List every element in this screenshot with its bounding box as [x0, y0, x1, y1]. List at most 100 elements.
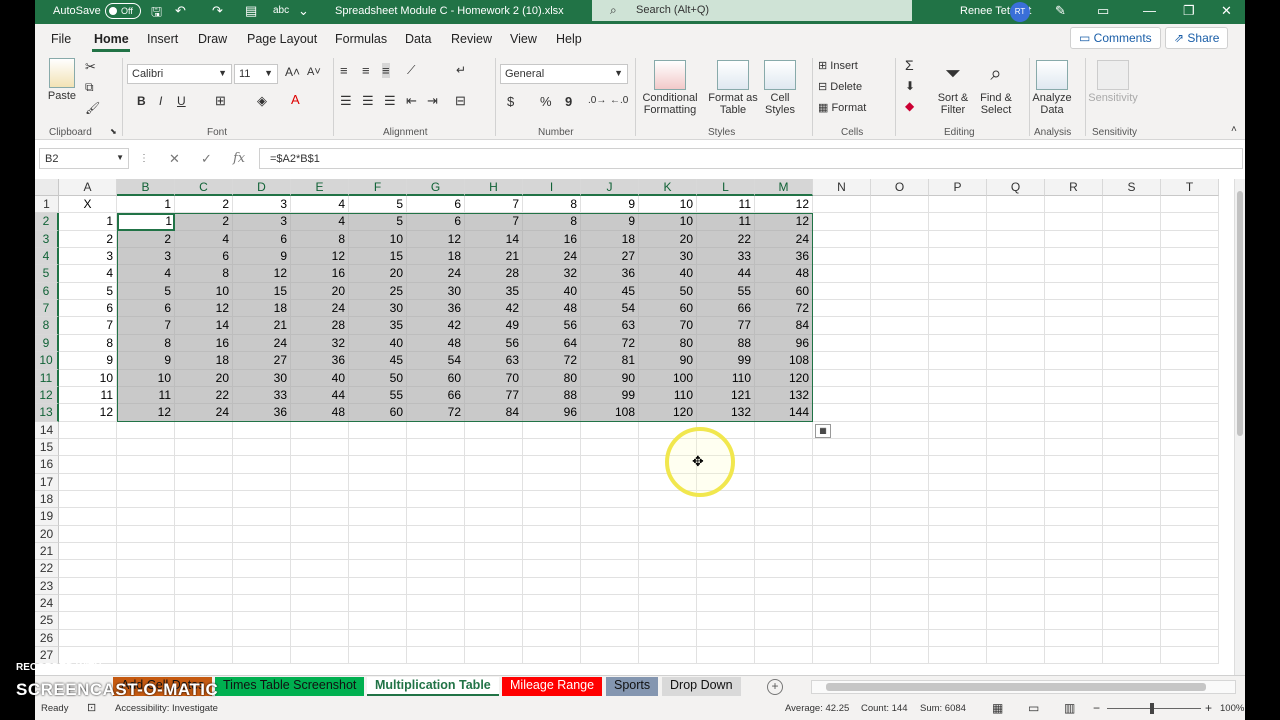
- cell-a19[interactable]: [59, 508, 117, 526]
- cell-d4[interactable]: 9: [233, 248, 291, 266]
- italic-button[interactable]: I: [159, 94, 162, 108]
- cell-p1[interactable]: [929, 196, 987, 214]
- cell-e1[interactable]: 4: [291, 196, 349, 214]
- cell-o1[interactable]: [871, 196, 929, 214]
- comma-button[interactable]: 9: [565, 94, 572, 109]
- cell-j2[interactable]: 9: [581, 213, 639, 231]
- cell-f18[interactable]: [349, 490, 407, 509]
- align-right-icon[interactable]: ☰: [384, 93, 396, 109]
- cell-r18[interactable]: [1045, 490, 1103, 509]
- cell-a7[interactable]: 6: [59, 300, 117, 318]
- cell-s20[interactable]: [1103, 525, 1161, 544]
- customize-qat-icon[interactable]: ⌄: [298, 3, 309, 19]
- cell-n9[interactable]: [813, 334, 871, 353]
- cell-b14[interactable]: [117, 421, 175, 439]
- cell-e24[interactable]: [291, 595, 349, 613]
- cell-q6[interactable]: [987, 282, 1045, 301]
- redo-icon[interactable]: ↷: [212, 3, 223, 19]
- cell-q1[interactable]: [987, 196, 1045, 214]
- cell-e5[interactable]: 16: [291, 265, 349, 283]
- cell-m4[interactable]: 36: [755, 248, 813, 266]
- avatar[interactable]: RT: [1010, 2, 1030, 22]
- cell-e23[interactable]: [291, 577, 349, 596]
- cell-i11[interactable]: 80: [523, 369, 581, 387]
- cell-g7[interactable]: 36: [407, 300, 465, 318]
- cell-l4[interactable]: 33: [697, 248, 755, 266]
- cell-n19[interactable]: [813, 508, 871, 526]
- cell-g10[interactable]: 54: [407, 352, 465, 370]
- sheet-tab-times-table-screenshot[interactable]: Times Table Screenshot: [215, 677, 365, 696]
- cell-s2[interactable]: [1103, 213, 1161, 231]
- cell-d10[interactable]: 27: [233, 352, 291, 370]
- cell-n22[interactable]: [813, 560, 871, 578]
- cell-p24[interactable]: [929, 595, 987, 613]
- row-header-23[interactable]: 23: [35, 577, 59, 596]
- cell-r20[interactable]: [1045, 525, 1103, 544]
- cell-p3[interactable]: [929, 230, 987, 249]
- cell-q8[interactable]: [987, 317, 1045, 335]
- autosave-toggle[interactable]: Off: [105, 3, 141, 19]
- cell-h1[interactable]: 7: [465, 196, 523, 214]
- cell-d15[interactable]: [233, 438, 291, 457]
- row-header-11[interactable]: 11: [35, 369, 59, 387]
- cell-e11[interactable]: 40: [291, 369, 349, 387]
- cell-r24[interactable]: [1045, 595, 1103, 613]
- cell-o10[interactable]: [871, 352, 929, 370]
- decrease-decimal-icon[interactable]: ←.0: [610, 95, 628, 106]
- cell-q5[interactable]: [987, 265, 1045, 283]
- merge-center-icon[interactable]: ⊟: [455, 93, 466, 109]
- analyze-data-button[interactable]: Analyze Data: [1022, 60, 1082, 116]
- cell-d13[interactable]: 36: [233, 404, 291, 422]
- cell-q15[interactable]: [987, 438, 1045, 457]
- cell-h27[interactable]: [465, 647, 523, 665]
- cell-s11[interactable]: [1103, 369, 1161, 387]
- cell-g22[interactable]: [407, 560, 465, 578]
- cell-e22[interactable]: [291, 560, 349, 578]
- cell-r25[interactable]: [1045, 612, 1103, 630]
- cell-h11[interactable]: 70: [465, 369, 523, 387]
- cell-i25[interactable]: [523, 612, 581, 630]
- cell-d6[interactable]: 15: [233, 282, 291, 301]
- cell-c11[interactable]: 20: [175, 369, 233, 387]
- cell-t21[interactable]: [1161, 543, 1219, 561]
- zoom-out-icon[interactable]: −: [1093, 701, 1100, 715]
- cell-m14[interactable]: [755, 421, 813, 439]
- cell-i19[interactable]: [523, 508, 581, 526]
- cell-l11[interactable]: 110: [697, 369, 755, 387]
- cell-c20[interactable]: [175, 525, 233, 544]
- cell-i7[interactable]: 48: [523, 300, 581, 318]
- cell-k23[interactable]: [639, 577, 697, 596]
- cell-f27[interactable]: [349, 647, 407, 665]
- cell-b21[interactable]: [117, 543, 175, 561]
- cell-k21[interactable]: [639, 543, 697, 561]
- sheet-tab-drop-down[interactable]: Drop Down: [662, 677, 741, 696]
- row-header-18[interactable]: 18: [35, 490, 59, 509]
- cell-n13[interactable]: [813, 404, 871, 422]
- cell-t17[interactable]: [1161, 473, 1219, 491]
- cell-p13[interactable]: [929, 404, 987, 422]
- document-title[interactable]: Spreadsheet Module C - Homework 2 (10).x…: [335, 5, 564, 17]
- sensitivity-button[interactable]: Sensitivity: [1083, 60, 1143, 104]
- cell-k2[interactable]: 10: [639, 213, 697, 231]
- column-header-q[interactable]: Q: [987, 179, 1045, 196]
- cell-l19[interactable]: [697, 508, 755, 526]
- cell-g6[interactable]: 30: [407, 282, 465, 301]
- cell-a9[interactable]: 8: [59, 334, 117, 353]
- cell-i9[interactable]: 64: [523, 334, 581, 353]
- cell-c8[interactable]: 14: [175, 317, 233, 335]
- cell-p9[interactable]: [929, 334, 987, 353]
- cell-m3[interactable]: 24: [755, 230, 813, 249]
- cell-e4[interactable]: 12: [291, 248, 349, 266]
- row-header-9[interactable]: 9: [35, 334, 59, 353]
- row-header-15[interactable]: 15: [35, 438, 59, 457]
- cell-o23[interactable]: [871, 577, 929, 596]
- print-preview-icon[interactable]: ▤: [245, 3, 257, 19]
- cell-d19[interactable]: [233, 508, 291, 526]
- row-header-16[interactable]: 16: [35, 456, 59, 474]
- cell-q20[interactable]: [987, 525, 1045, 544]
- cell-t23[interactable]: [1161, 577, 1219, 596]
- restore-icon[interactable]: ❐: [1183, 3, 1195, 19]
- cell-l13[interactable]: 132: [697, 404, 755, 422]
- cell-q13[interactable]: [987, 404, 1045, 422]
- cell-i24[interactable]: [523, 595, 581, 613]
